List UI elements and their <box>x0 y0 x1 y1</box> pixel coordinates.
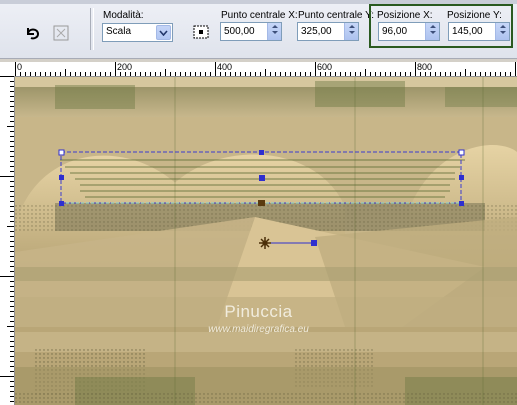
modalita-label: Modalità: <box>103 10 144 21</box>
spinner-arrows-icon[interactable] <box>267 23 281 40</box>
punto-y-value: 325,00 <box>301 26 332 37</box>
pos-y-input[interactable]: 145,00 <box>448 22 510 41</box>
punto-x-input[interactable]: 500,00 <box>220 22 282 41</box>
modalita-select[interactable]: Scala <box>102 23 173 42</box>
canvas-image <box>15 77 517 405</box>
pos-x-input[interactable]: 96,00 <box>378 22 440 41</box>
ruler-label: 800 <box>417 62 433 72</box>
modalita-value: Scala <box>106 26 132 37</box>
horizontal-ruler: 0 200 400 600 800 <box>0 62 517 77</box>
ruler-label: 400 <box>217 62 233 72</box>
tool-options-bar: Modalità: Scala Punto centrale X: 500,00… <box>0 0 517 59</box>
ruler-ticks <box>0 76 14 402</box>
pos-y-value: 145,00 <box>452 26 483 37</box>
punto-x-value: 500,00 <box>224 26 255 37</box>
pos-y-label: Posizione Y: <box>447 10 502 21</box>
undo-arrow-icon[interactable] <box>22 22 44 44</box>
image-canvas[interactable] <box>15 77 517 405</box>
punto-x-label: Punto centrale X: <box>221 10 298 21</box>
chevron-down-icon[interactable] <box>156 25 171 40</box>
pick-tool-icon[interactable] <box>50 22 72 44</box>
toolbar-separator <box>90 8 94 50</box>
watermark-name: Pinuccia <box>224 302 293 321</box>
ruler-ticks <box>15 62 516 76</box>
pos-x-value: 96,00 <box>382 26 408 37</box>
center-icon[interactable] <box>190 21 212 43</box>
spinner-arrows-icon[interactable] <box>344 23 358 40</box>
ruler-label: 200 <box>117 62 133 72</box>
spinner-arrows-icon[interactable] <box>425 23 439 40</box>
spinner-arrows-icon[interactable] <box>495 23 509 40</box>
watermark-site: www.maidiregrafica.eu <box>208 324 309 335</box>
ruler-label: 600 <box>317 62 333 72</box>
vertical-ruler <box>0 76 15 405</box>
punto-y-label: Punto centrale Y: <box>298 10 374 21</box>
punto-y-input[interactable]: 325,00 <box>297 22 359 41</box>
ruler-label: 0 <box>17 62 23 72</box>
pos-x-label: Posizione X: <box>377 10 433 21</box>
